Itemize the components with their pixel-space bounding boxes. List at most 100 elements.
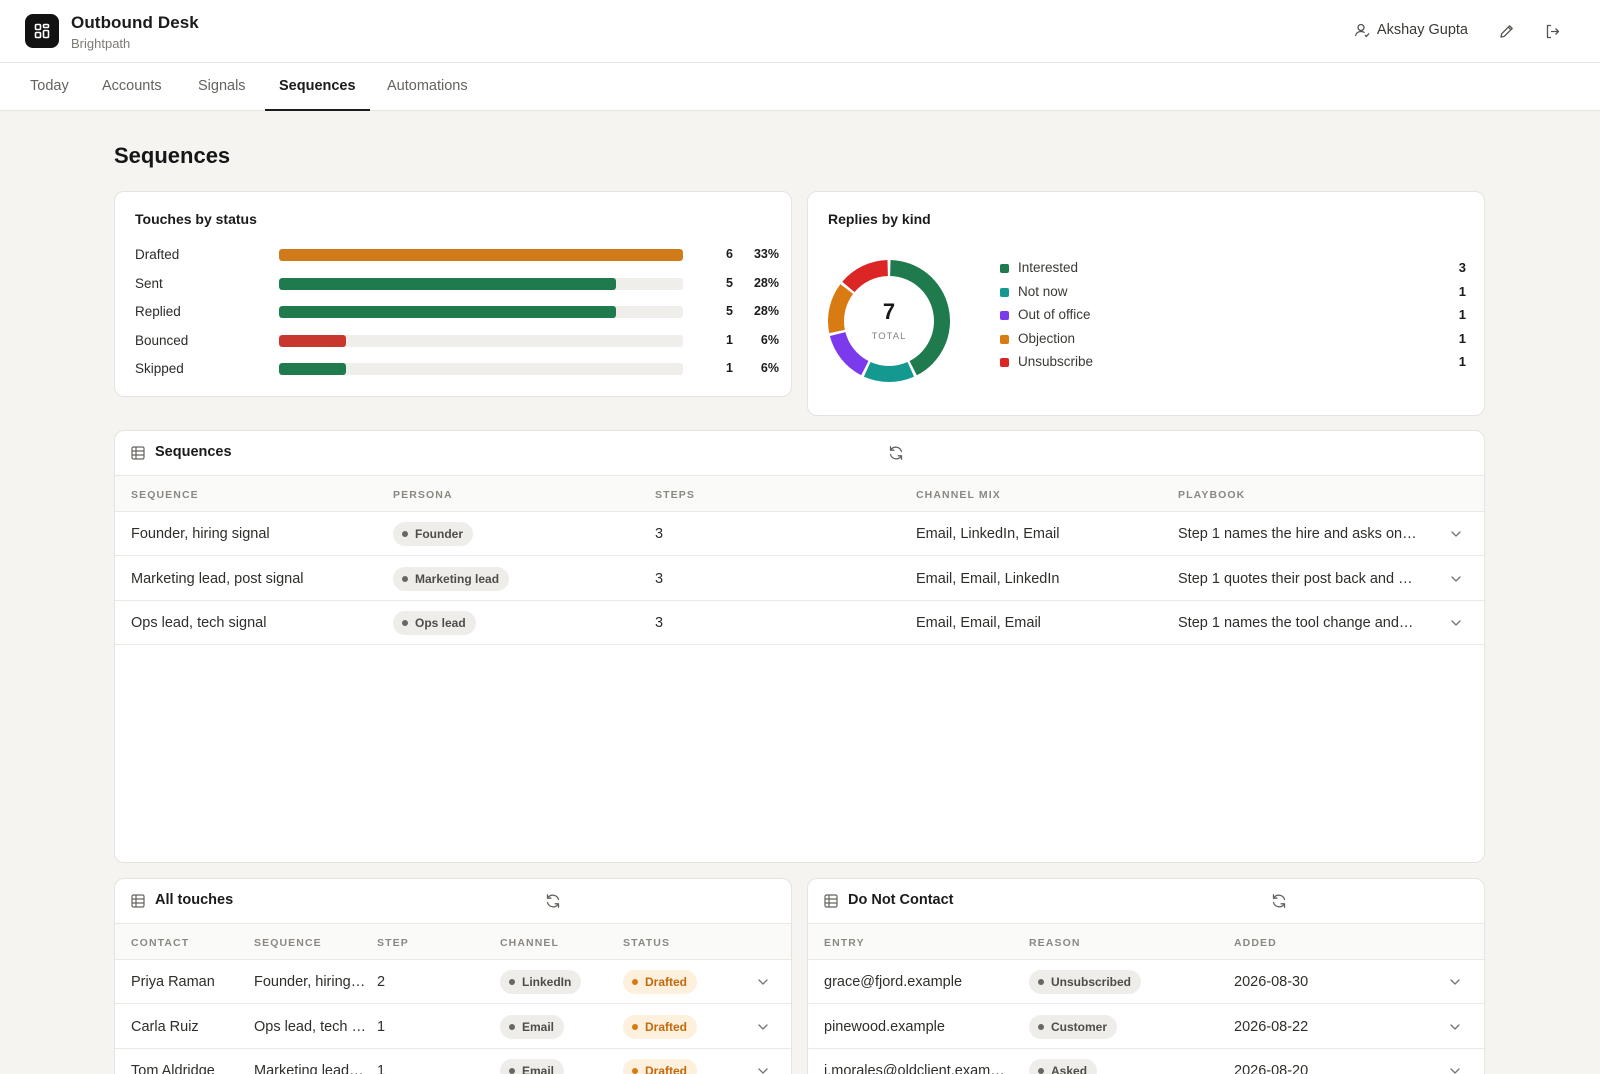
channel-mix: Email, Email, Email — [916, 615, 1041, 631]
dnc-entry: j.morales@oldclient.exam… — [824, 1063, 1005, 1074]
legend-label: Out of office — [1018, 307, 1091, 322]
steps-count: 3 — [655, 615, 664, 631]
user-name: Akshay Gupta — [1376, 22, 1468, 38]
expand-row-button[interactable] — [755, 1063, 771, 1074]
refresh-icon[interactable] — [887, 444, 905, 462]
status-bar — [279, 249, 683, 261]
refresh-icon[interactable] — [544, 892, 562, 910]
channel-label: Email — [522, 1019, 555, 1034]
tab-accounts[interactable]: Accounts — [88, 63, 176, 111]
column-header[interactable]: ENTRY — [824, 937, 865, 949]
expand-row-button[interactable] — [1447, 1019, 1463, 1035]
channel-badge: Email — [500, 1059, 565, 1074]
touches-by-status-card: Touches by status Drafted 6 33% Sent 5 2… — [114, 191, 792, 397]
persona-label: Ops lead — [415, 616, 466, 630]
sequence-name: Ops lead, tech signal — [131, 615, 267, 631]
table-row[interactable]: Priya Raman Founder, hiring… 2 LinkedIn … — [115, 960, 791, 1004]
dot-icon — [632, 1023, 638, 1030]
table-title: Do Not Contact — [848, 892, 954, 908]
channel-label: Email — [522, 1064, 555, 1074]
chevron-down-icon — [758, 1023, 768, 1030]
table-row[interactable]: Ops lead, tech signal Ops lead 3 Email, … — [115, 601, 1484, 645]
added-date: 2026-08-22 — [1234, 1018, 1309, 1035]
column-header[interactable]: SEQUENCE — [131, 489, 199, 501]
table-row[interactable]: Founder, hiring signal Founder 3 Email, … — [115, 512, 1484, 556]
table-row[interactable]: Carla Ruiz Ops lead, tech … 1 Email Draf… — [115, 1005, 791, 1049]
edit-button[interactable] — [1496, 21, 1516, 41]
persona-label: Marketing lead — [415, 571, 500, 586]
added-date: 2026-08-20 — [1234, 1063, 1309, 1074]
steps-count: 3 — [655, 570, 664, 587]
donut-total-value: 7 — [882, 299, 896, 324]
dot-icon — [509, 1068, 515, 1074]
card-title: Replies by kind — [828, 211, 931, 227]
dnc-entry: pinewood.example — [824, 1018, 945, 1035]
dot-icon — [632, 979, 638, 985]
column-header[interactable]: ADDED — [1234, 937, 1277, 949]
app-logo[interactable] — [25, 14, 59, 48]
contact-name: Carla Ruiz — [131, 1018, 199, 1035]
expand-row-button[interactable] — [1448, 571, 1464, 587]
status-badge: Drafted — [623, 1059, 698, 1074]
chevron-down-icon — [1450, 979, 1460, 985]
dot-icon — [509, 979, 515, 985]
legend-swatch — [1000, 358, 1009, 367]
status-row: Bounced 1 6% — [135, 331, 779, 351]
reason-badge: Asked — [1029, 1059, 1098, 1074]
expand-row-button[interactable] — [1448, 526, 1464, 542]
expand-row-button[interactable] — [755, 1019, 771, 1035]
user-icon — [1354, 23, 1370, 38]
table-icon — [824, 894, 838, 908]
status-badge: Drafted — [623, 1014, 698, 1039]
legend-swatch — [1000, 287, 1009, 297]
user-menu[interactable]: Akshay Gupta — [1354, 22, 1468, 38]
tab-automations[interactable]: Automations — [373, 63, 482, 111]
table-row[interactable]: j.morales@oldclient.exam… Asked 2026-08-… — [808, 1049, 1484, 1074]
legend-item: Unsubscribe 1 — [1000, 353, 1466, 373]
status-badge: Drafted — [623, 970, 698, 994]
status-label: Drafted — [645, 1064, 688, 1074]
tab-sequences[interactable]: Sequences — [265, 63, 370, 111]
column-header[interactable]: STEPS — [655, 489, 695, 501]
column-header[interactable]: PERSONA — [393, 489, 453, 501]
do-not-contact-table-card: Do Not Contact ENTRY REASON ADDED grace@… — [807, 878, 1485, 1074]
all-touches-table-card: All touches CONTACT SEQUENCE STEP CHANNE… — [114, 878, 792, 1074]
column-header[interactable]: CONTACT — [131, 937, 189, 949]
step-number: 1 — [377, 1063, 386, 1074]
legend-item: Not now 1 — [1000, 283, 1466, 303]
status-bar-track — [279, 277, 683, 290]
table-title: All touches — [155, 892, 234, 908]
logout-button[interactable] — [1542, 21, 1562, 41]
column-header[interactable]: SEQUENCE — [254, 937, 322, 949]
table-row[interactable]: grace@fjord.example Unsubscribed 2026-08… — [808, 960, 1484, 1004]
status-count: 1 — [726, 332, 733, 347]
table-icon — [131, 446, 145, 460]
status-percent: 6% — [760, 332, 779, 347]
tab-signals[interactable]: Signals — [184, 63, 260, 111]
tab-today[interactable]: Today — [16, 63, 83, 111]
legend-swatch — [1000, 264, 1009, 273]
table-row[interactable]: Marketing lead, post signal Marketing le… — [115, 557, 1484, 601]
table-row[interactable]: Tom Aldridge Marketing lead… 1 Email Dra… — [115, 1049, 791, 1074]
column-header[interactable]: STATUS — [623, 937, 670, 949]
status-count: 1 — [726, 361, 733, 375]
expand-row-button[interactable] — [1447, 1063, 1463, 1074]
reason-badge: Unsubscribed — [1029, 970, 1142, 994]
status-row: Skipped 1 6% — [135, 359, 779, 379]
column-header[interactable]: CHANNEL — [500, 937, 559, 949]
status-row: Sent 5 28% — [135, 274, 779, 294]
expand-row-button[interactable] — [755, 974, 771, 990]
persona-label: Founder — [415, 527, 463, 541]
column-header[interactable]: PLAYBOOK — [1178, 489, 1245, 501]
table-header-bar: All touches — [115, 879, 791, 924]
sequence-name: Founder, hiring signal — [131, 526, 270, 542]
expand-row-button[interactable] — [1447, 974, 1463, 990]
column-header[interactable]: CHANNEL MIX — [916, 489, 1001, 501]
table-row[interactable]: pinewood.example Customer 2026-08-22 — [808, 1005, 1484, 1049]
table-title: Sequences — [155, 444, 232, 460]
chevron-down-icon — [758, 1068, 768, 1074]
column-header[interactable]: REASON — [1029, 937, 1081, 949]
refresh-icon[interactable] — [1270, 892, 1288, 910]
expand-row-button[interactable] — [1448, 615, 1464, 631]
column-header[interactable]: STEP — [377, 937, 409, 949]
